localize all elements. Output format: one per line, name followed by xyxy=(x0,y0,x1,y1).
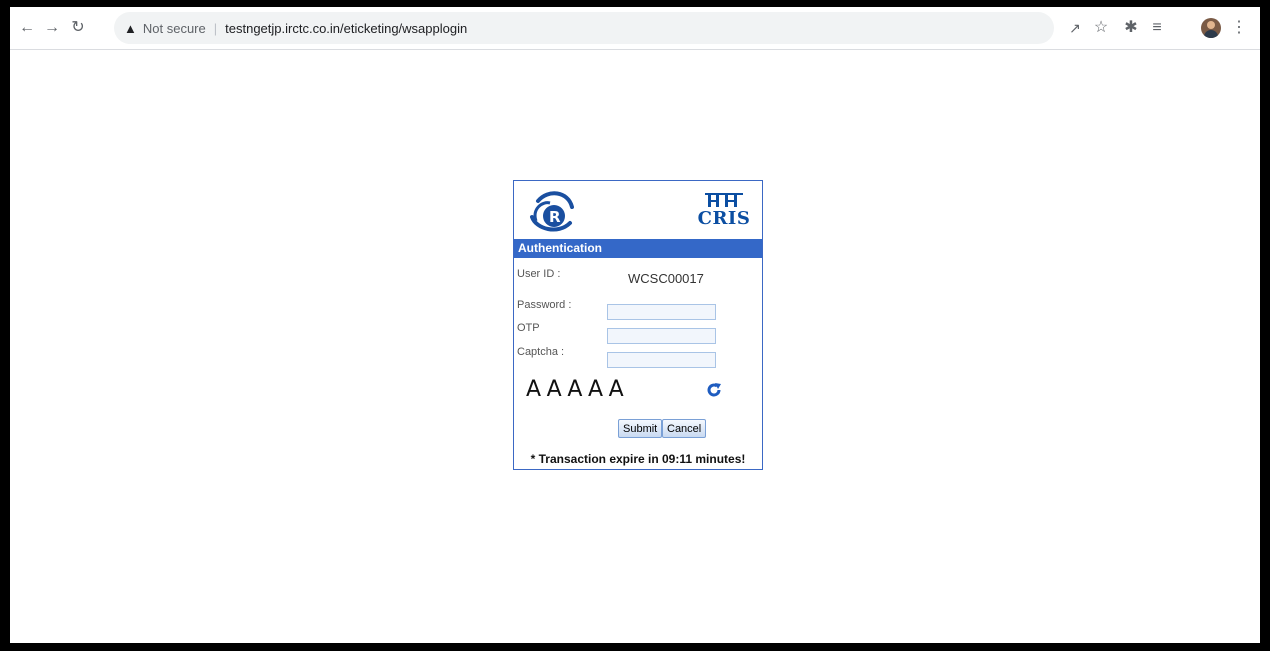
svg-text:R: R xyxy=(549,208,561,226)
back-arrow-icon[interactable]: ← xyxy=(16,17,38,39)
reading-list-icon[interactable]: ≡ xyxy=(1146,17,1168,39)
security-label[interactable]: Not secure xyxy=(143,21,206,36)
user-id-label: User ID : xyxy=(517,268,561,280)
address-bar[interactable]: ▲ Not secure | testngetjp.irctc.co.in/et… xyxy=(114,12,1054,44)
address-separator: | xyxy=(213,20,218,36)
cancel-button[interactable]: Cancel xyxy=(662,419,707,438)
kebab-menu-icon[interactable]: ⋮ xyxy=(1228,17,1250,39)
forward-arrow-icon[interactable]: → xyxy=(41,17,63,39)
authentication-panel: R CRIS Authentication User ID : WCSC0001… xyxy=(513,180,763,470)
password-field[interactable] xyxy=(607,304,716,320)
captcha-label: Captcha : xyxy=(517,346,565,358)
share-icon[interactable]: ↗ xyxy=(1064,17,1086,39)
otp-field[interactable] xyxy=(607,328,716,344)
warning-icon[interactable]: ▲ xyxy=(124,21,137,36)
reload-icon[interactable]: ↻ xyxy=(67,17,89,39)
captcha-image: AAAAA xyxy=(526,377,629,402)
authentication-header: Authentication xyxy=(514,239,762,258)
user-id-value: WCSC00017 xyxy=(628,271,704,286)
transaction-expire-message: * Transaction expire in 09:11 minutes! xyxy=(530,452,746,466)
irctc-logo-icon: R xyxy=(530,191,574,232)
password-label: Password : xyxy=(517,299,572,311)
puzzle-icon[interactable]: ✱ xyxy=(1120,17,1142,39)
otp-label: OTP xyxy=(517,322,540,334)
browser-toolbar: ← → ↻ ▲ Not secure | testngetjp.irctc.co… xyxy=(10,7,1260,50)
star-icon[interactable]: ☆ xyxy=(1090,17,1112,39)
cris-hindi-logo-icon xyxy=(705,193,743,209)
profile-avatar[interactable] xyxy=(1201,18,1221,38)
captcha-field[interactable] xyxy=(607,352,716,368)
submit-button[interactable]: Submit xyxy=(618,419,663,438)
browser-window: ← → ↻ ▲ Not secure | testngetjp.irctc.co… xyxy=(10,7,1260,643)
url-text[interactable]: testngetjp.irctc.co.in/eticketing/wsappl… xyxy=(225,21,467,36)
cris-logo-text: CRIS xyxy=(697,208,751,229)
refresh-icon[interactable] xyxy=(706,382,722,398)
cris-logo: CRIS xyxy=(694,193,754,235)
